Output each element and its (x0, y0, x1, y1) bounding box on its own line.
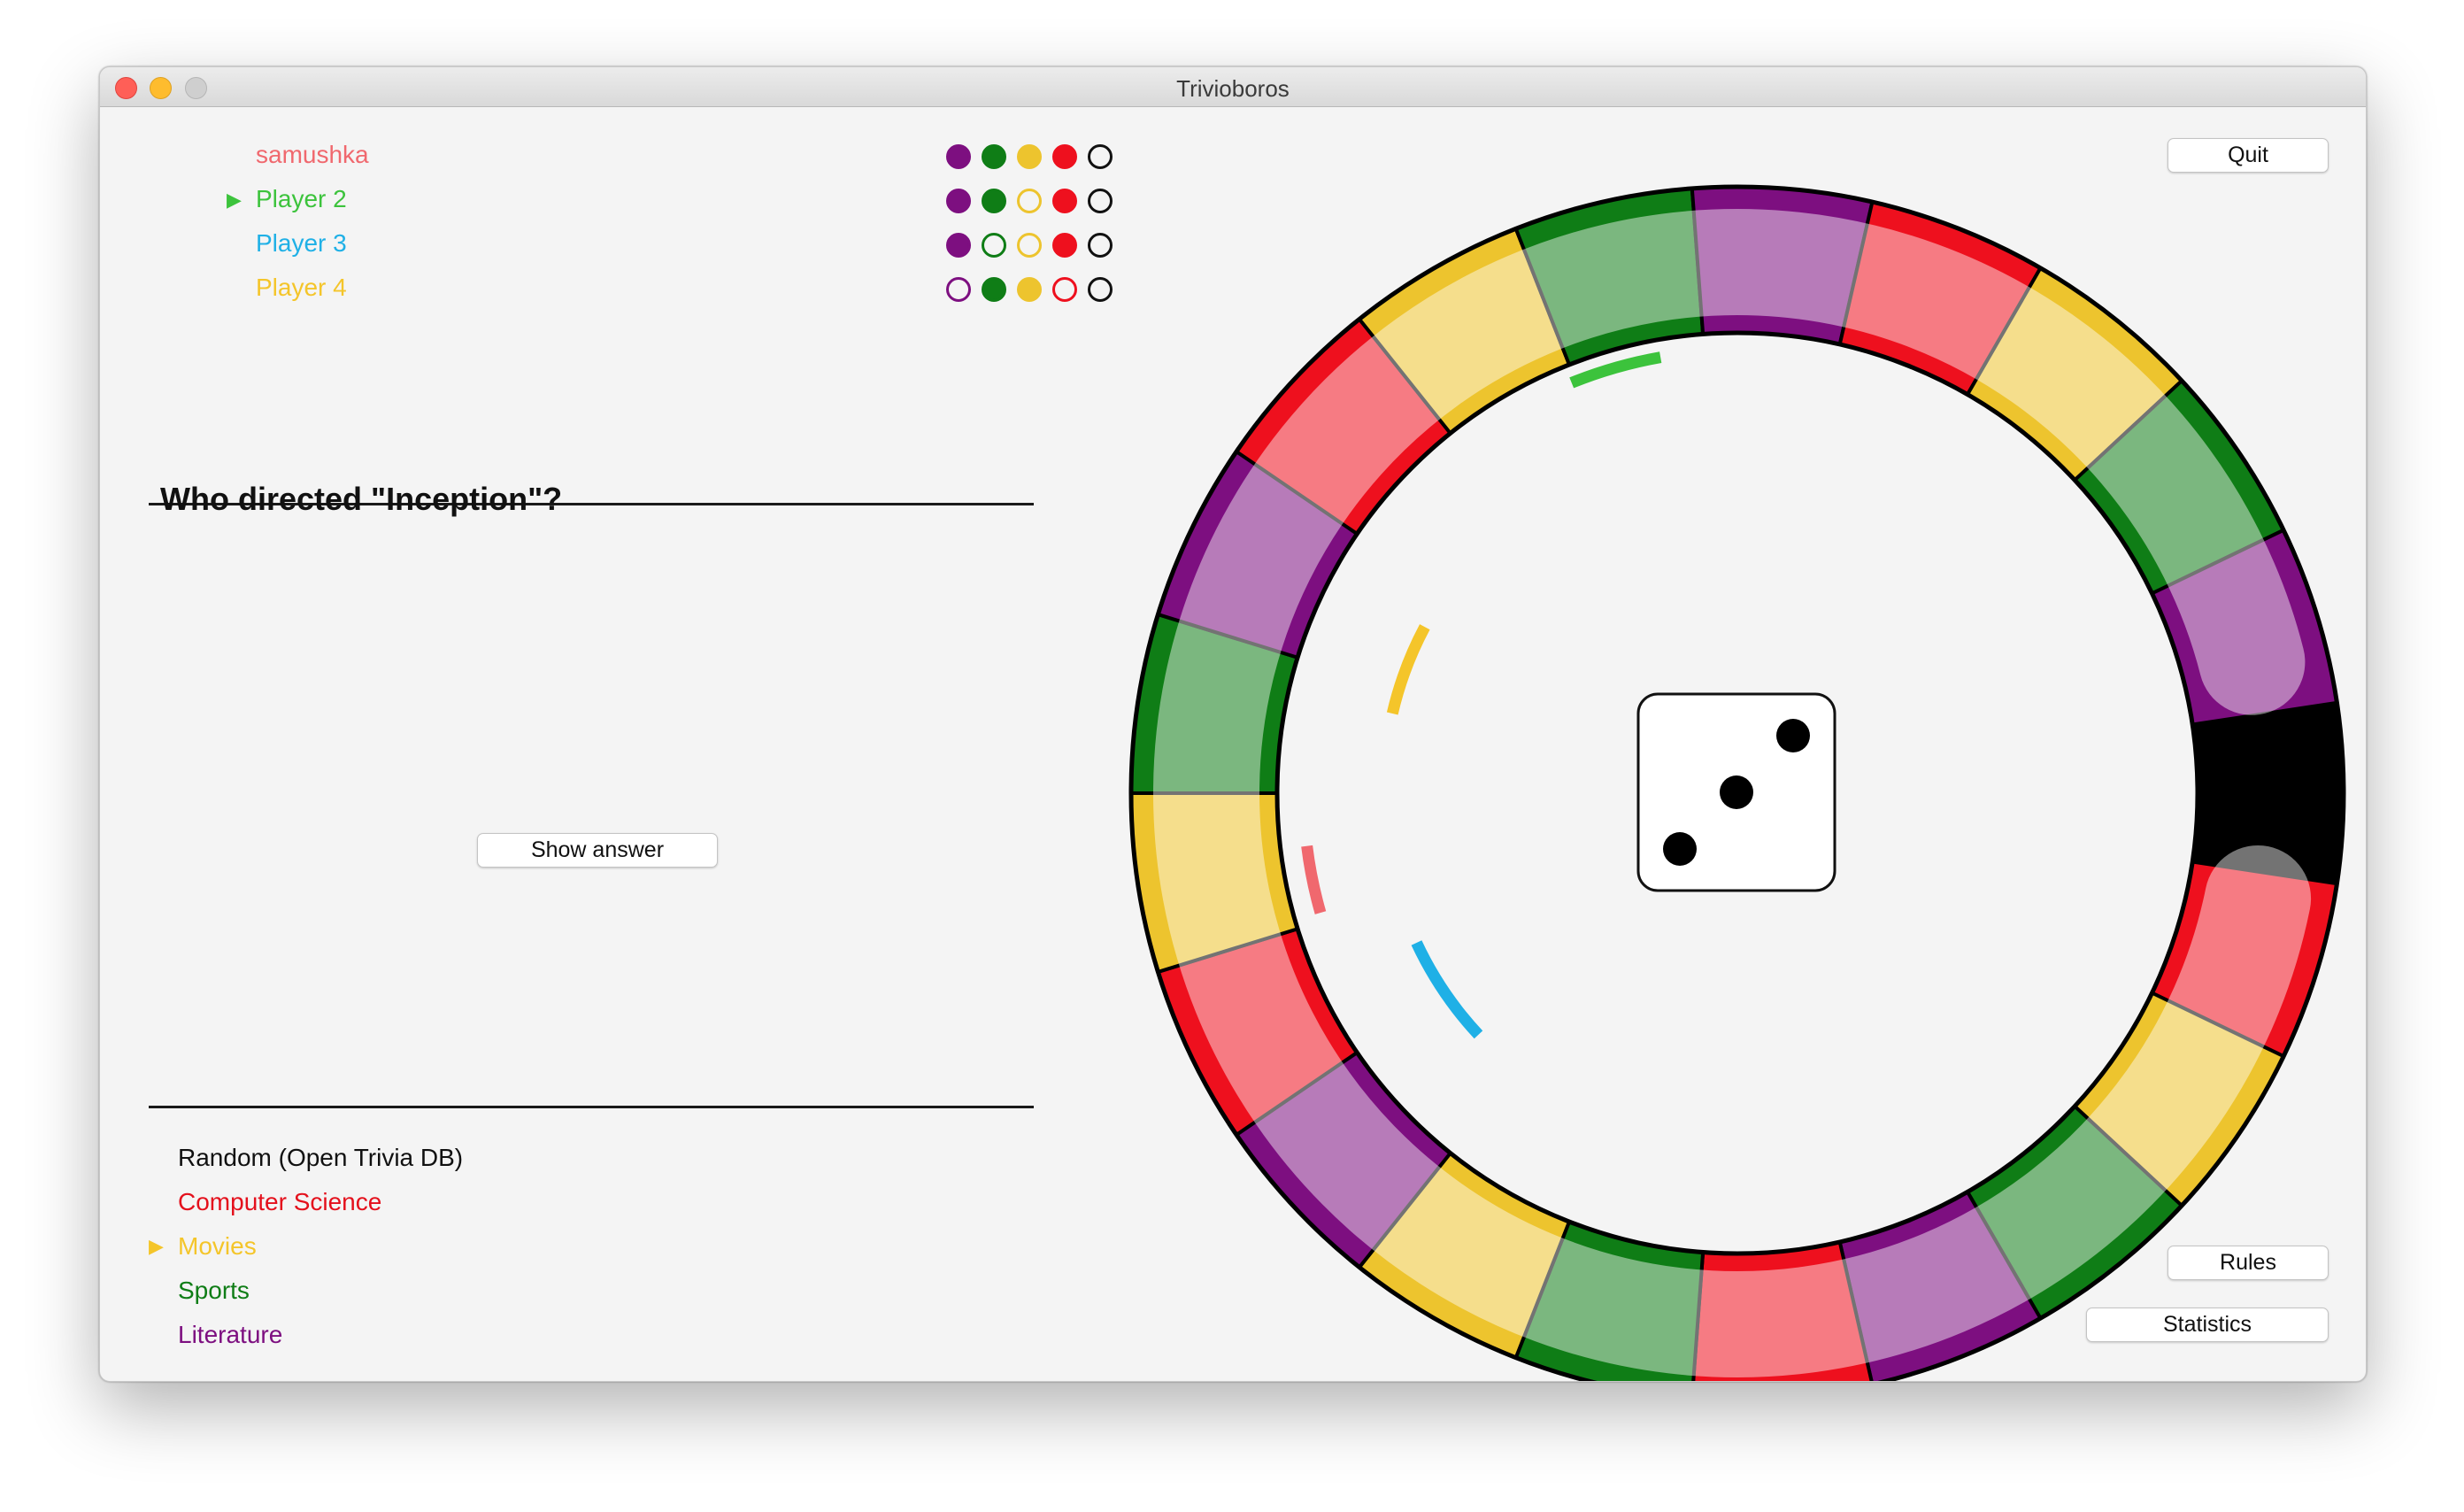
die[interactable] (1636, 692, 1836, 892)
wedge-dot (1017, 277, 1042, 302)
category-label: Computer Science (178, 1188, 382, 1215)
main-content: samushka ▶ Player 2 Player 3 Player 4 Who di… (100, 107, 2366, 1381)
quit-button[interactable]: Quit (2168, 138, 2329, 173)
die-pip (1663, 832, 1697, 866)
category-item[interactable]: Sports (149, 1275, 768, 1312)
wedge-dot (1088, 144, 1113, 169)
category-label: Sports (178, 1277, 250, 1304)
wedge-dot (982, 277, 1006, 302)
wedge-dot (1017, 189, 1042, 213)
player-name: samushka (256, 141, 369, 168)
wedge-dot (982, 189, 1006, 213)
wedge-dot (946, 144, 971, 169)
divider-bottom (149, 1106, 1034, 1108)
question-text: Who directed "Inception"? (160, 481, 563, 517)
wedge-dot (1088, 277, 1113, 302)
player-token (1411, 940, 1483, 1039)
category-item[interactable]: ▶ Movies (149, 1230, 768, 1268)
wedge-dot (1052, 189, 1077, 213)
selected-category-arrow-icon: ▶ (149, 1235, 164, 1257)
category-item[interactable]: Literature (149, 1319, 768, 1356)
category-label: Movies (178, 1232, 257, 1260)
wedge-dot (1088, 189, 1113, 213)
player-token (1301, 845, 1327, 914)
wedge-dot (1017, 233, 1042, 258)
wedge-dot (1052, 233, 1077, 258)
wedge-dot (1052, 144, 1077, 169)
title-bar: Trivioboros (100, 67, 2366, 107)
window-title: Trivioboros (1176, 75, 1290, 102)
wedge-dot (1052, 277, 1077, 302)
wedge-dot (982, 233, 1006, 258)
wedge-dot (982, 144, 1006, 169)
wedge-dot (946, 277, 971, 302)
wedge-dot (946, 233, 971, 258)
player-token (1386, 624, 1430, 715)
player-row: Player 4 (178, 272, 1151, 307)
wedge-dot (946, 189, 971, 213)
current-turn-arrow-icon: ▶ (227, 189, 242, 211)
category-item[interactable]: Computer Science (149, 1186, 768, 1223)
player-row: samushka (178, 139, 1151, 174)
category-label: Literature (178, 1321, 283, 1348)
app-window: Trivioboros samushka ▶ Player 2 Player 3 Pla… (99, 66, 2367, 1382)
die-pip (1776, 719, 1810, 752)
game-board (1128, 184, 2346, 1381)
show-answer-button[interactable]: Show answer (477, 833, 718, 868)
player-row: Player 3 (178, 228, 1151, 263)
wedge-dot (1017, 144, 1042, 169)
player-name: Player 2 (256, 185, 347, 212)
player-row: ▶ Player 2 (178, 183, 1151, 219)
die-pip (1720, 775, 1753, 809)
wedge-dot (1088, 233, 1113, 258)
category-item[interactable]: Random (Open Trivia DB) (149, 1142, 768, 1179)
category-label: Random (Open Trivia DB) (178, 1144, 464, 1171)
player-name: Player 3 (256, 229, 347, 257)
player-name: Player 4 (256, 274, 347, 301)
